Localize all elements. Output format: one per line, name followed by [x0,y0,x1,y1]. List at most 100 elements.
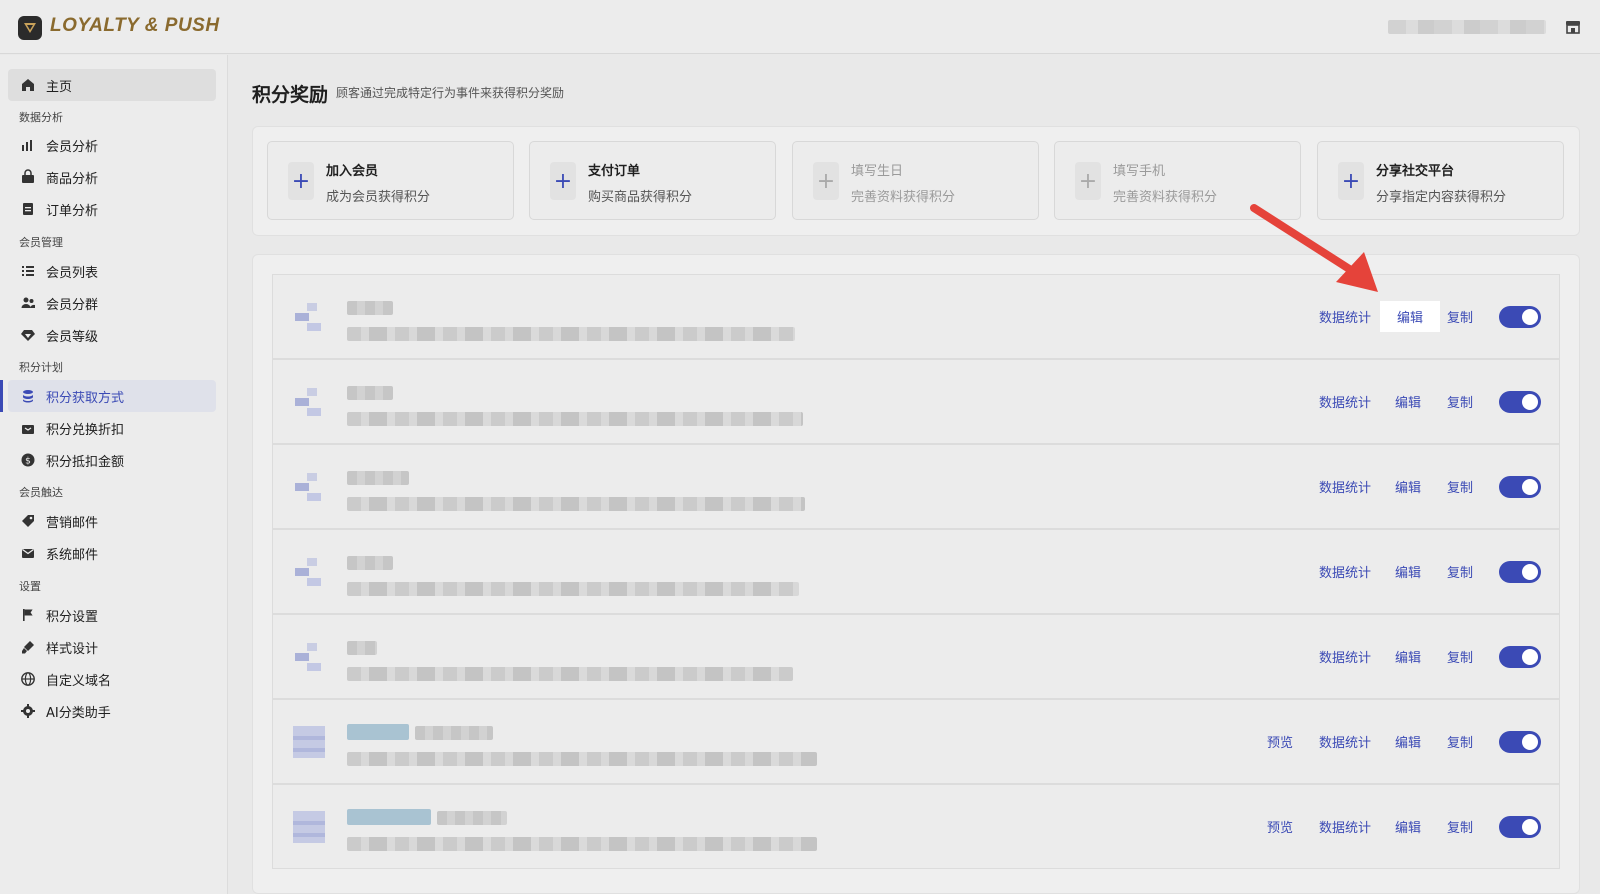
copy-link[interactable]: 复制 [1447,307,1473,326]
edit-link[interactable]: 编辑 [1395,732,1421,751]
tag-icon [22,515,34,527]
sidebar-item-marketing-email[interactable]: 营销邮件 [8,505,216,537]
list-item: 预览 数据统计 编辑 复制 [272,699,1560,784]
sidebar-item-order-analysis[interactable]: 订单分析 [8,193,216,225]
sidebar-item-ai-assistant[interactable]: AI分类助手 [8,695,216,727]
sidebar-item-member-groups[interactable]: 会员分群 [8,287,216,319]
rule-desc-blurred [347,582,799,596]
edit-button-highlighted[interactable]: 编辑 [1380,301,1440,332]
sidebar-item-label: 系统邮件 [46,547,99,563]
rule-thumbnail [295,558,321,586]
bag-icon [22,169,34,183]
rule-toggle[interactable] [1499,561,1541,583]
rule-title-blurred [437,811,507,825]
rule-title-blurred [347,386,393,400]
section-settings: 设置 [19,580,41,593]
mail-icon [22,548,34,558]
rule-toggle[interactable] [1499,476,1541,498]
document-icon [23,203,33,215]
preview-link[interactable]: 预览 [1267,732,1293,751]
stats-link[interactable]: 数据统计 [1319,732,1371,751]
copy-link[interactable]: 复制 [1447,817,1473,836]
copy-link[interactable]: 复制 [1447,392,1473,411]
sidebar-item-label: 积分设置 [46,609,99,625]
plus-icon: + [1075,162,1101,200]
sidebar-item-member-list[interactable]: 会员列表 [8,255,216,287]
rule-desc-blurred [347,837,817,851]
rule-toggle[interactable] [1499,816,1541,838]
preview-link[interactable]: 预览 [1267,817,1293,836]
sidebar-item-member-levels[interactable]: 会员等级 [8,319,216,351]
sidebar-item-system-email[interactable]: 系统邮件 [8,537,216,569]
sidebar-item-label: 会员分析 [46,139,99,155]
rule-toggle[interactable] [1499,306,1541,328]
plus-icon: + [1338,162,1364,200]
plus-icon: + [288,162,314,200]
account-name-blurred[interactable] [1388,20,1546,34]
list-item: 数据统计 编辑 复制 [272,359,1560,444]
top-bar: LOYALTY & PUSH [0,0,1600,54]
rule-thumbnail [293,811,325,843]
sidebar-item-label: 积分获取方式 [46,390,125,406]
section-members: 会员管理 [19,236,63,249]
copy-link[interactable]: 复制 [1447,477,1473,496]
list-icon [22,266,34,276]
sidebar: 主页 数据分析 会员分析 商品分析 订单分析 会员管理 会员列表 会员分群 会员… [0,55,228,894]
gear-icon [21,704,35,718]
stats-link[interactable]: 数据统计 [1319,307,1371,326]
copy-link[interactable]: 复制 [1447,647,1473,666]
sidebar-item-label: 自定义域名 [46,673,112,689]
stats-link[interactable]: 数据统计 [1319,647,1371,666]
sidebar-item-points-discount[interactable]: 积分兑换折扣 [8,412,216,444]
card-pay-order[interactable]: + 支付订单 购买商品获得积分 [529,141,776,220]
card-fill-birthday[interactable]: + 填写生日 完善资料获得积分 [792,141,1039,220]
rule-title-blurred [347,301,393,315]
rule-thumbnail [293,726,325,758]
store-icon[interactable] [1564,18,1582,36]
rule-thumbnail [295,643,321,671]
diamond-icon [21,330,35,341]
sidebar-item-label: 会员等级 [46,329,99,345]
edit-link[interactable]: 编辑 [1395,392,1421,411]
edit-link[interactable]: 编辑 [1395,562,1421,581]
card-join-member[interactable]: + 加入会员 成为会员获得积分 [267,141,514,220]
edit-link[interactable]: 编辑 [1395,647,1421,666]
rule-toggle[interactable] [1499,391,1541,413]
rule-desc-blurred [347,412,803,426]
sidebar-item-points-settings[interactable]: 积分设置 [8,599,216,631]
sidebar-item-member-analysis[interactable]: 会员分析 [8,129,216,161]
list-item: 数据统计 编辑 复制 [272,614,1560,699]
logo-text: LOYALTY & PUSH [50,15,220,36]
rule-toggle[interactable] [1499,731,1541,753]
sidebar-item-home[interactable]: 主页 [8,69,216,101]
sidebar-item-points-amount[interactable]: $ 积分抵扣金额 [8,444,216,476]
stats-link[interactable]: 数据统计 [1319,477,1371,496]
copy-link[interactable]: 复制 [1447,562,1473,581]
dollar-coin-icon: $ [21,453,35,467]
logo-icon [18,16,42,40]
rule-toggle[interactable] [1499,646,1541,668]
edit-link[interactable]: 编辑 [1395,477,1421,496]
gift-box-icon [22,425,34,434]
rule-thumbnail [295,473,321,501]
stats-link[interactable]: 数据统计 [1319,817,1371,836]
sidebar-item-label: 积分兑换折扣 [46,422,125,438]
section-reach: 会员触达 [19,486,63,499]
stats-link[interactable]: 数据统计 [1319,392,1371,411]
card-subtitle: 分享指定内容获得积分 [1376,190,1507,205]
home-icon [22,79,34,91]
sidebar-item-points-earning[interactable]: 积分获取方式 [0,380,216,412]
rule-thumbnail [295,388,321,416]
sidebar-item-custom-domain[interactable]: 自定义域名 [8,663,216,695]
rule-desc-blurred [347,667,793,681]
copy-link[interactable]: 复制 [1447,732,1473,751]
sidebar-item-product-analysis[interactable]: 商品分析 [8,161,216,193]
stats-link[interactable]: 数据统计 [1319,562,1371,581]
rule-desc-blurred [347,497,805,511]
section-points: 积分计划 [19,361,63,374]
sidebar-item-style-design[interactable]: 样式设计 [8,631,216,663]
plus-icon: + [550,162,576,200]
section-analytics: 数据分析 [19,111,63,124]
edit-link[interactable]: 编辑 [1395,817,1421,836]
card-subtitle: 完善资料获得积分 [1113,190,1218,205]
